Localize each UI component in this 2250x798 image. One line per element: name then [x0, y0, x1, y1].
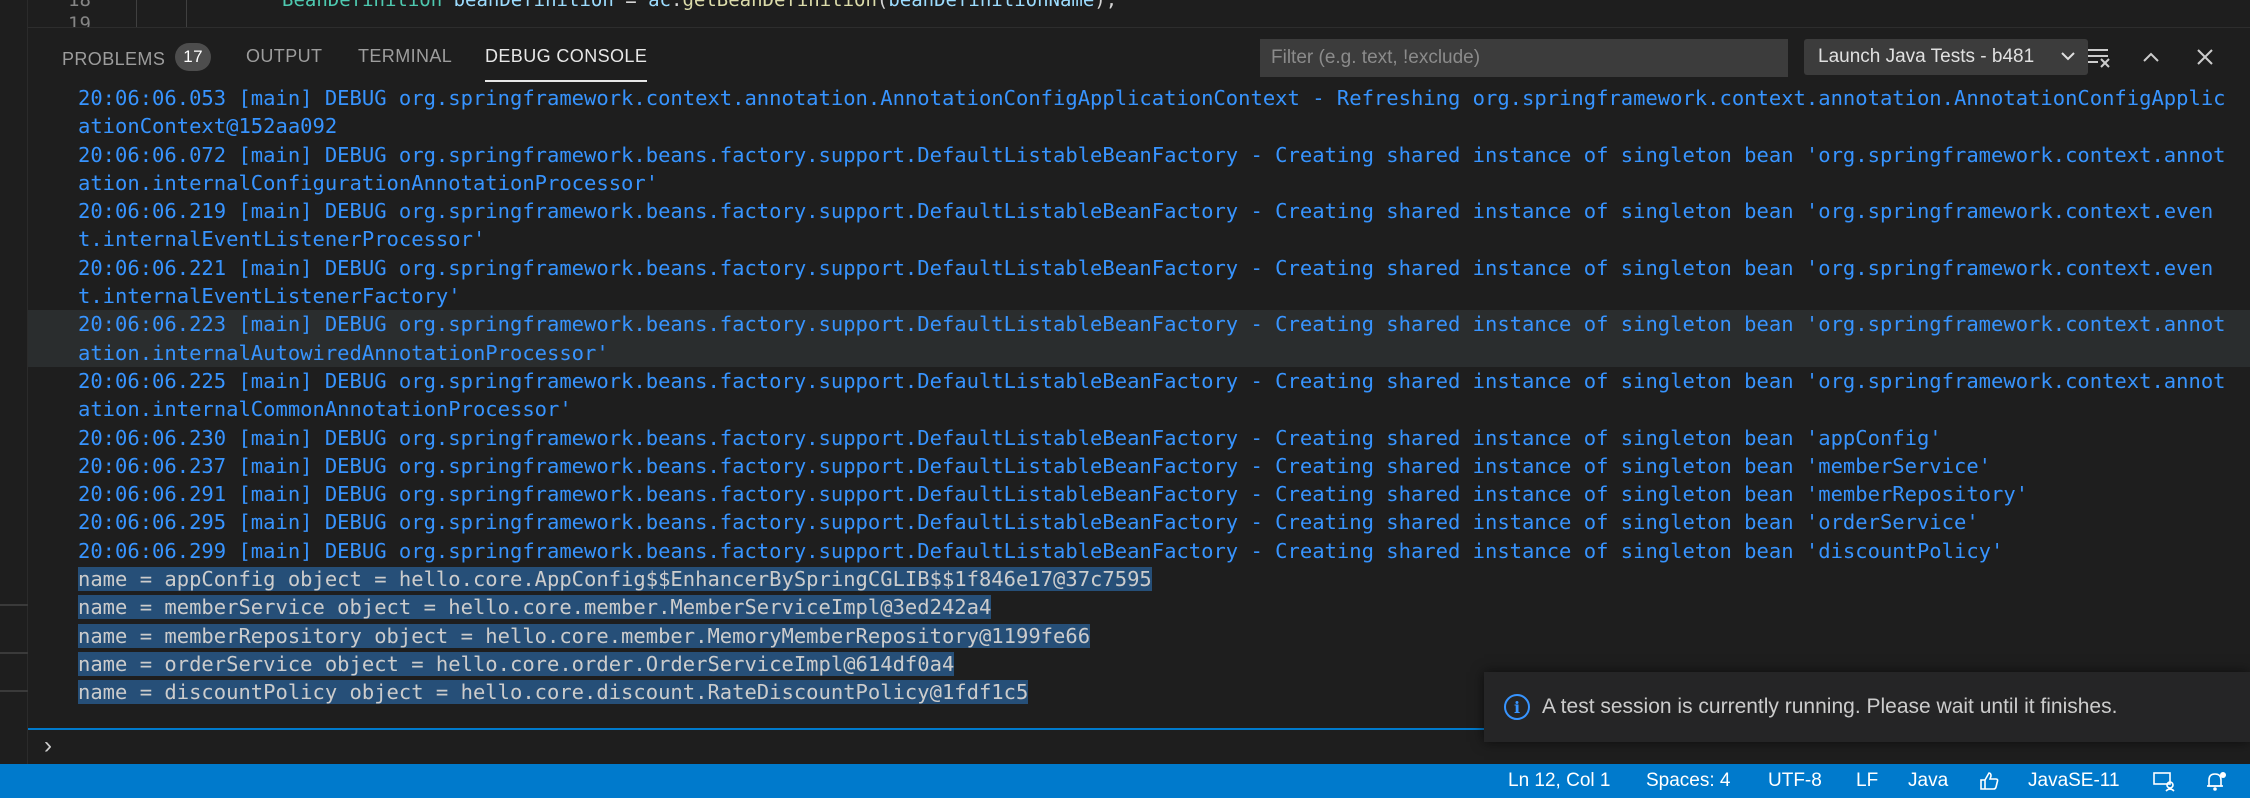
notifications-bell-icon[interactable] [2204, 770, 2228, 798]
code-token-operator: = [613, 0, 649, 11]
chevron-right-icon: › [44, 732, 52, 759]
live-share-icon[interactable] [2152, 770, 2176, 798]
clear-console-icon[interactable] [2082, 40, 2116, 74]
log-line[interactable]: 20:06:06.053 [main] DEBUG org.springfram… [28, 84, 2250, 141]
status-language[interactable]: Java [1908, 764, 1948, 798]
code-token-type: BeanDefinition [282, 0, 443, 11]
info-icon: i [1504, 694, 1530, 720]
tab-output[interactable]: OUTPUT [246, 46, 322, 84]
log-line[interactable]: 20:06:06.225 [main] DEBUG org.springfram… [28, 367, 2250, 424]
log-line[interactable]: 20:06:06.072 [main] DEBUG org.springfram… [28, 141, 2250, 198]
launch-config-select[interactable]: Launch Java Tests - b481 [1804, 39, 2088, 75]
indent-guide [186, 0, 187, 27]
tab-debug-console[interactable]: DEBUG CONSOLE [485, 46, 648, 84]
feedback-icon[interactable] [1978, 770, 2000, 798]
tab-terminal[interactable]: TERMINAL [358, 46, 452, 84]
status-indentation[interactable]: Spaces: 4 [1646, 764, 1731, 798]
maximize-panel-icon[interactable] [2134, 40, 2168, 74]
notification-message: A test session is currently running. Ple… [1542, 695, 2118, 718]
tab-label: PROBLEMS [62, 48, 166, 69]
code-token-argument: beanDefinitionName [888, 0, 1095, 11]
status-cursor-position[interactable]: Ln 12, Col 1 [1508, 764, 1610, 798]
output-line-selected[interactable]: name = appConfig object = hello.core.App… [28, 565, 2250, 593]
selected-text: name = discountPolicy object = hello.cor… [78, 680, 1029, 705]
strip-marker [0, 652, 28, 654]
status-bar: Ln 12, Col 1 Spaces: 4 UTF-8 LF Java Jav… [0, 764, 2250, 798]
log-line[interactable]: 20:06:06.230 [main] DEBUG org.springfram… [28, 424, 2250, 452]
notification-toast[interactable]: i A test session is currently running. P… [1484, 672, 2250, 742]
activity-strip [0, 0, 28, 764]
log-line-hovered[interactable]: 20:06:06.223 [main] DEBUG org.springfram… [28, 310, 2250, 367]
log-line[interactable]: 20:06:06.299 [main] DEBUG org.springfram… [28, 537, 2250, 565]
code-token-paren: ( [876, 0, 889, 11]
log-line[interactable]: 20:06:06.237 [main] DEBUG org.springfram… [28, 452, 2250, 480]
selected-text: name = memberRepository object = hello.c… [78, 623, 1091, 648]
problems-count-badge: 17 [175, 43, 211, 71]
log-line[interactable]: 20:06:06.219 [main] DEBUG org.springfram… [28, 197, 2250, 254]
debug-console-output[interactable]: 20:06:06.053 [main] DEBUG org.springfram… [28, 84, 2250, 728]
code-token-object: ac [648, 0, 671, 11]
status-eol[interactable]: LF [1856, 764, 1878, 798]
editor-peek[interactable]: 18 19 BeanDefinition beanDefinition = ac… [28, 0, 2250, 28]
status-java-runtime[interactable]: JavaSE-11 [2028, 764, 2120, 798]
status-encoding[interactable]: UTF-8 [1768, 764, 1822, 798]
strip-marker [0, 690, 28, 692]
log-line[interactable]: 20:06:06.291 [main] DEBUG org.springfram… [28, 480, 2250, 508]
output-line-selected[interactable]: name = memberService object = hello.core… [28, 593, 2250, 621]
output-line-selected[interactable]: name = memberRepository object = hello.c… [28, 622, 2250, 650]
indent-guide [136, 0, 137, 27]
strip-marker [0, 604, 28, 606]
console-filter-input[interactable] [1260, 39, 1788, 77]
code-token-paren: ); [1094, 0, 1118, 11]
code-token-dot: . [670, 0, 683, 11]
code-line[interactable]: BeanDefinition beanDefinition = ac.getBe… [282, 0, 1117, 12]
selected-text: name = memberService object = hello.core… [78, 595, 992, 620]
code-token-function: getBeanDefinition [682, 0, 877, 11]
panel-header: PROBLEMS 17 OUTPUT TERMINAL DEBUG CONSOLE… [28, 28, 2250, 88]
log-line[interactable]: 20:06:06.221 [main] DEBUG org.springfram… [28, 254, 2250, 311]
line-number: 18 [68, 0, 91, 11]
selected-text: name = orderService object = hello.core.… [78, 651, 955, 676]
log-line[interactable]: 20:06:06.295 [main] DEBUG org.springfram… [28, 508, 2250, 536]
close-panel-icon[interactable] [2188, 40, 2222, 74]
chevron-down-icon [2060, 39, 2076, 87]
line-number: 19 [68, 13, 91, 28]
launch-config-label: Launch Java Tests - b481 [1818, 46, 2035, 67]
selected-text: name = appConfig object = hello.core.App… [78, 567, 1152, 592]
tab-problems[interactable]: PROBLEMS 17 [62, 43, 211, 84]
code-token-variable: beanDefinition [453, 0, 614, 11]
